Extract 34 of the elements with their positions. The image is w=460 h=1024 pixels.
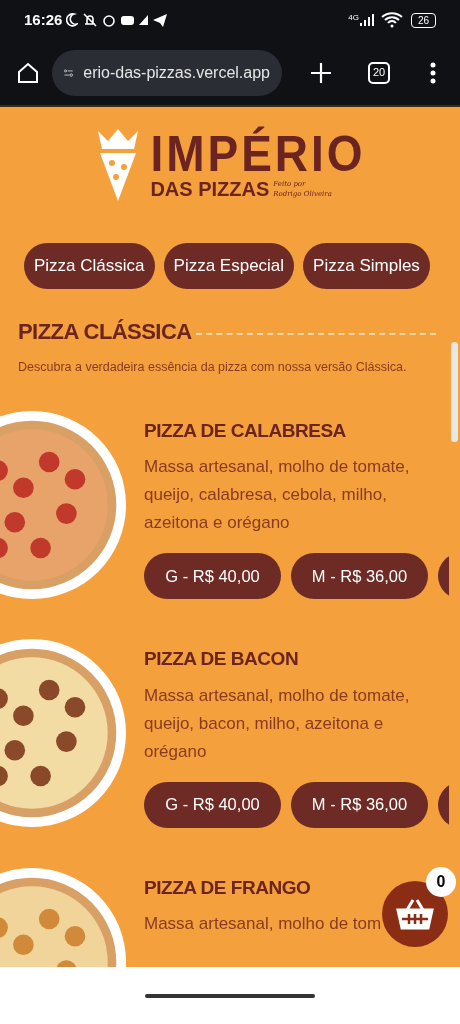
signal-icon [358, 13, 375, 27]
category-button[interactable]: Pizza Especial [163, 243, 295, 289]
pizza-name: PIZZA DE BACON [144, 647, 299, 672]
battery-indicator: 26 [410, 12, 436, 28]
address-bar[interactable]: erio-das-pizzas.vercel.app [52, 49, 282, 96]
price-button[interactable]: G - R$ 40,00 [144, 781, 281, 828]
logo-title: IMPÉRIO [150, 126, 366, 180]
category-button[interactable]: Pizza Clássica [24, 243, 155, 289]
category-button[interactable]: Pizza Simples [303, 243, 430, 289]
section-title: PIZZA CLÁSSICA [18, 318, 192, 346]
url-text: erio-das-pizzas.vercel.app [83, 62, 270, 83]
send-icon [153, 13, 168, 27]
pizza-description: Massa artesanal, molho de tom [144, 913, 382, 936]
tab-count-button[interactable]: 20 [368, 61, 390, 84]
pizza-description: Massa artesanal, molho de tomate, queijo, bacon, milho, azeitona e orégano [144, 684, 411, 763]
more-icon[interactable] [430, 61, 436, 84]
moon-icon [66, 13, 79, 27]
pizza-name: PIZZA DE CALABRESA [144, 418, 346, 443]
price-button[interactable]: M - R$ 36,00 [291, 781, 428, 828]
price-button[interactable]: M - R$ 36,00 [291, 553, 428, 600]
cart-count-badge: 0 [426, 867, 456, 897]
pizza-description: Massa artesanal, molho de tomate, queijo, calabresa, cebola, milho, azeitona e orégano [144, 456, 411, 535]
home-gesture-bar[interactable] [145, 993, 315, 998]
pizza-name: PIZZA DE FRANGO [144, 875, 311, 900]
basket-icon [396, 898, 434, 930]
clock: 16:26 [24, 9, 63, 30]
section-description: Descubra a verdadeira essência da pizza com nossa versão Clássica. [17, 359, 408, 376]
plus-icon[interactable] [310, 61, 332, 84]
bell-off-icon [83, 13, 98, 27]
wifi-icon [380, 12, 403, 28]
home-icon[interactable] [16, 60, 40, 85]
logo-subtitle: DAS PIZZAS [150, 177, 270, 201]
price-button[interactable]: G - R$ 40,00 [144, 553, 281, 600]
network-label: 4G [348, 12, 359, 24]
